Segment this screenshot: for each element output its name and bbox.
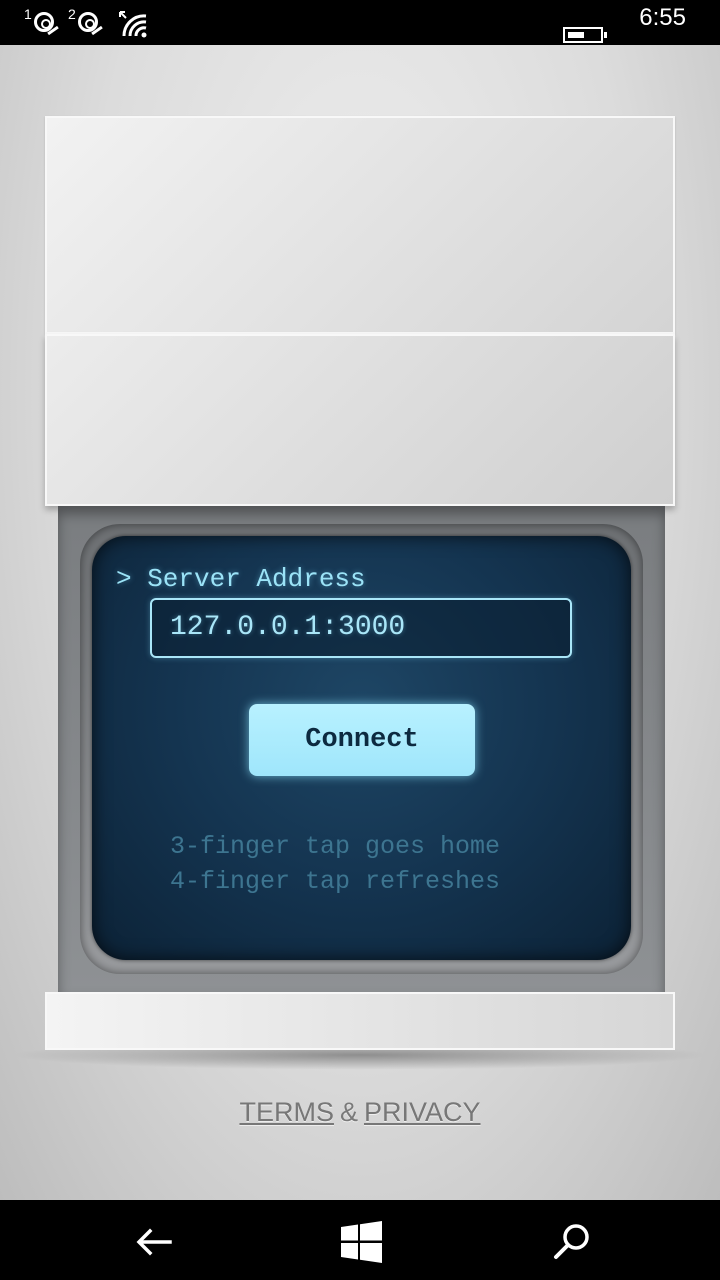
search-icon[interactable] (550, 1220, 594, 1264)
connect-button[interactable]: Connect (249, 704, 475, 776)
battery-icon (563, 27, 607, 43)
crt-monitor: > Server Address 127.0.0.1:3000 Connect … (58, 506, 665, 992)
navigation-bar (0, 1200, 720, 1280)
server-address-label: > Server Address (116, 564, 366, 594)
back-arrow-icon[interactable] (132, 1220, 176, 1264)
privacy-link[interactable]: PRIVACY (364, 1097, 481, 1127)
server-address-input[interactable]: 127.0.0.1:3000 (150, 598, 572, 658)
windows-logo-icon[interactable] (339, 1220, 383, 1264)
sim2-label: 2 (68, 6, 76, 22)
cabinet-top-panel (45, 116, 675, 334)
monitor-bezel: > Server Address 127.0.0.1:3000 Connect … (80, 524, 643, 974)
hint-three-finger: 3-finger tap goes home (170, 832, 501, 861)
clock: 6:55 (639, 4, 686, 31)
legal-links: TERMS & PRIVACY (0, 1097, 720, 1128)
cabinet-base (45, 992, 675, 1050)
terminal-screen: > Server Address 127.0.0.1:3000 Connect … (92, 536, 631, 960)
sim1-label: 1 (24, 6, 32, 22)
cabinet-upper-panel (45, 334, 675, 506)
status-bar: 1 2 6:55 (0, 0, 720, 45)
ampersand: & (339, 1097, 358, 1127)
wifi-icon (119, 11, 147, 38)
app-canvas: > Server Address 127.0.0.1:3000 Connect … (0, 45, 720, 1200)
terms-link[interactable]: TERMS (239, 1097, 334, 1127)
hint-four-finger: 4-finger tap refreshes (170, 867, 501, 896)
